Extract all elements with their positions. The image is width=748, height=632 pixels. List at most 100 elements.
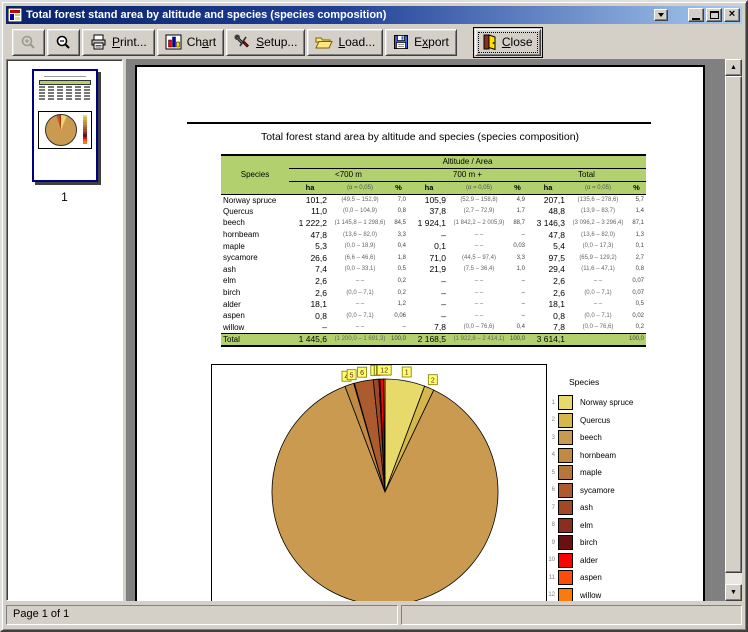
legend-item: 9 birch [545, 535, 701, 550]
table-cell: (44,5 – 97,4) [450, 252, 508, 264]
scroll-down-button[interactable]: ▼ [725, 584, 742, 601]
table-cell: – – [569, 298, 627, 310]
legend-label: elm [580, 521, 593, 530]
svg-text:1: 1 [405, 370, 409, 377]
table-cell: 5,3 [289, 240, 331, 252]
pie-slice-label: 6 [358, 367, 367, 377]
table-cell: willow [221, 322, 289, 334]
table-cell: 1 924,1 [408, 217, 450, 229]
vertical-scrollbar[interactable]: ▲ ▼ [725, 59, 742, 601]
page-thumbnail[interactable] [32, 69, 98, 182]
table-cell: 0,8 [527, 310, 569, 322]
subheader-ci: (α = 0,05) [450, 181, 508, 194]
table-cell: (52,9 – 158,8) [450, 194, 508, 206]
zoom-in-button[interactable] [12, 29, 45, 56]
table-cell: 47,8 [289, 229, 331, 241]
svg-text:6: 6 [360, 370, 364, 377]
legend-label: Quercus [580, 416, 610, 425]
arrow-up-icon: ▲ [730, 64, 737, 71]
legend-item: 2Quercus [545, 413, 701, 428]
table-cell: 29,4 [527, 264, 569, 276]
table-cell: 11,0 [289, 206, 331, 218]
setup-button[interactable]: Setup... [226, 29, 305, 56]
legend-swatch [558, 588, 573, 602]
table-cell: – [408, 287, 450, 299]
table-cell: – – [450, 287, 508, 299]
table-cell: – [508, 310, 527, 322]
legend-label: beech [580, 433, 602, 442]
subheader-pct: % [627, 181, 646, 194]
titlebar-dropdown-button[interactable] [654, 9, 668, 21]
table-cell: 1,8 [389, 252, 408, 264]
table-cell: – [408, 229, 450, 241]
table-row: elm2,6– –0,2–– ––2,6– –0,07 [221, 275, 646, 287]
thumb-legend [83, 115, 87, 144]
table-cell: – – [450, 298, 508, 310]
legend-number: 9 [545, 540, 555, 546]
table-cell: 2,6 [527, 287, 569, 299]
close-button[interactable]: Close [475, 29, 541, 56]
scrollbar-thumb[interactable] [725, 76, 742, 573]
table-cell: – – [450, 310, 508, 322]
pie-chart: 123456789101112 [212, 365, 548, 601]
titlebar[interactable]: Total forest stand area by altitude and … [6, 6, 742, 24]
chart-legend: Species 1Norway spruce2Quercus3beech4hor… [545, 377, 701, 601]
legend-label: birch [580, 538, 597, 547]
table-cell: (1 842,2 – 2 005,9) [450, 217, 508, 229]
table-cell: (1 145,8 – 1 298,6) [331, 217, 389, 229]
magnifier-plus-icon [20, 34, 37, 51]
status-panel-secondary [401, 605, 742, 625]
report-top-rule [187, 122, 651, 124]
table-cell: – [508, 275, 527, 287]
print-button[interactable]: Print... [82, 29, 155, 56]
table-cell: (0,0 – 7,1) [331, 310, 389, 322]
thumbnail-panel: 1 [6, 59, 123, 601]
legend-item: 12willow [545, 588, 701, 602]
window-title: Total forest stand area by altitude and … [26, 9, 652, 21]
table-cell: – – [569, 275, 627, 287]
table-cell: 0,2 [389, 287, 408, 299]
maximize-button[interactable] [706, 8, 722, 22]
table-cell: – [508, 298, 527, 310]
table-cell: – – [331, 298, 389, 310]
floppy-disk-icon [393, 34, 409, 50]
table-cell: 88,7 [508, 217, 527, 229]
species-table: Species Altitude / Area <700 m 700 m + T… [221, 154, 646, 347]
chevron-down-icon [658, 13, 664, 17]
load-button[interactable]: Load... [307, 29, 383, 56]
table-cell: (135,6 – 278,6) [569, 194, 627, 206]
total-cell: (1 922,8 – 2 414,1) [450, 333, 508, 346]
chart-button[interactable]: Chart [157, 29, 224, 56]
minimize-icon [692, 18, 700, 20]
table-cell: – [508, 287, 527, 299]
close-window-button[interactable]: × [724, 8, 740, 22]
legend-number: 8 [545, 522, 555, 528]
scroll-up-button[interactable]: ▲ [725, 59, 742, 76]
total-cell: 100,0 [508, 333, 527, 346]
magnifier-minus-icon [55, 34, 72, 51]
table-cell: 2,6 [289, 275, 331, 287]
legend-label: sycamore [580, 486, 615, 495]
table-cell: 105,9 [408, 194, 450, 206]
export-button[interactable]: Export [385, 29, 457, 56]
minimize-button[interactable] [688, 8, 704, 22]
zoom-out-button[interactable] [47, 29, 80, 56]
report-title: Total forest stand area by altitude and … [137, 131, 703, 143]
table-cell: (0,0 – 33,1) [331, 264, 389, 276]
table-cell: 1,2 [389, 298, 408, 310]
total-cell: 3 614,1 [527, 333, 569, 346]
table-row: aspen0,8(0,0 – 7,1)0,06–– ––0,8(0,0 – 7,… [221, 310, 646, 322]
legend-item: 7ash [545, 500, 701, 515]
door-icon [483, 34, 497, 50]
table-cell: – – [450, 240, 508, 252]
table-cell: Norway spruce [221, 194, 289, 206]
table-cell: Quercus [221, 206, 289, 218]
legend-number: 10 [545, 557, 555, 563]
table-cell: (0,0 – 17,3) [569, 240, 627, 252]
table-cell: 26,6 [289, 252, 331, 264]
table-cell: 84,5 [389, 217, 408, 229]
table-cell: 97,5 [527, 252, 569, 264]
preview-viewport: Total forest stand area by altitude and … [126, 59, 725, 601]
legend-item: 3beech [545, 430, 701, 445]
table-cell: – – [450, 275, 508, 287]
